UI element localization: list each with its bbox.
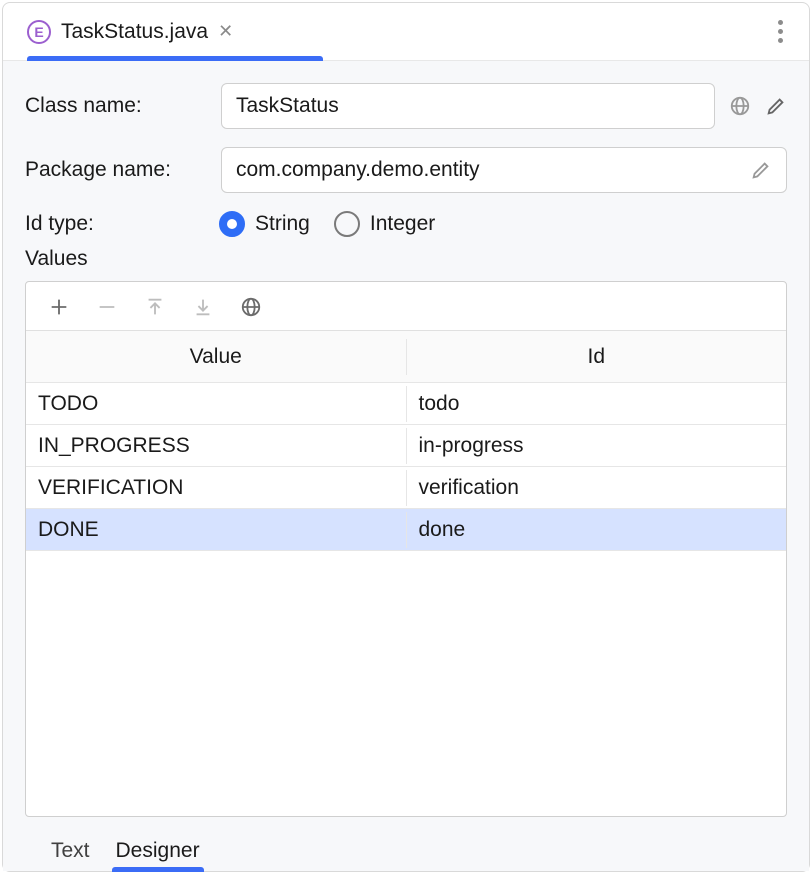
id-type-string-radio[interactable]: String — [219, 211, 310, 237]
values-grid: Value Id TODOtodoIN_PROGRESSin-progressV… — [26, 330, 786, 816]
table-row[interactable]: VERIFICATIONverification — [26, 467, 786, 509]
class-name-label: Class name: — [25, 94, 207, 118]
cell-id[interactable]: todo — [407, 386, 787, 422]
values-toolbar — [26, 282, 786, 330]
table-row[interactable]: IN_PROGRESSin-progress — [26, 425, 786, 467]
values-label: Values — [25, 247, 787, 271]
table-header-row: Value Id — [26, 331, 786, 383]
cell-value[interactable]: IN_PROGRESS — [26, 428, 407, 464]
cell-value[interactable]: VERIFICATION — [26, 470, 407, 506]
values-table: Value Id TODOtodoIN_PROGRESSin-progressV… — [25, 281, 787, 817]
package-name-value: com.company.demo.entity — [236, 158, 750, 182]
close-icon[interactable]: ✕ — [218, 21, 233, 42]
header-id[interactable]: Id — [407, 339, 787, 375]
edit-icon[interactable] — [750, 159, 772, 181]
designer-panel: Class name: TaskStatus — [3, 61, 809, 871]
move-down-icon[interactable] — [192, 296, 214, 318]
globe-icon[interactable] — [240, 296, 262, 318]
tab-designer[interactable]: Designer — [116, 839, 200, 871]
table-row[interactable]: DONEdone — [26, 509, 786, 551]
cell-id[interactable]: done — [407, 512, 787, 548]
edit-icon[interactable] — [765, 95, 787, 117]
tab-text[interactable]: Text — [51, 839, 90, 871]
more-menu-icon[interactable] — [760, 10, 801, 53]
add-icon[interactable] — [48, 296, 70, 318]
file-tab-title: TaskStatus.java — [61, 20, 208, 44]
editor-mode-tabs: Text Designer — [25, 817, 787, 871]
table-empty-space — [26, 551, 786, 816]
enum-file-icon: E — [27, 20, 51, 44]
table-row[interactable]: TODOtodo — [26, 383, 786, 425]
id-type-string-label: String — [255, 212, 310, 236]
remove-icon[interactable] — [96, 296, 118, 318]
id-type-integer-label: Integer — [370, 212, 435, 236]
globe-icon[interactable] — [729, 95, 751, 117]
id-type-integer-radio[interactable]: Integer — [334, 211, 435, 237]
cell-id[interactable]: in-progress — [407, 428, 787, 464]
header-value[interactable]: Value — [26, 339, 407, 375]
package-name-input[interactable]: com.company.demo.entity — [221, 147, 787, 193]
cell-id[interactable]: verification — [407, 470, 787, 506]
id-type-label: Id type: — [25, 212, 207, 236]
editor-tabbar: E TaskStatus.java ✕ — [3, 3, 809, 61]
cell-value[interactable]: TODO — [26, 386, 407, 422]
tab-active-indicator — [27, 56, 323, 61]
file-tab[interactable]: E TaskStatus.java ✕ — [27, 3, 263, 60]
class-name-value: TaskStatus — [236, 94, 700, 118]
package-name-label: Package name: — [25, 158, 207, 182]
cell-value[interactable]: DONE — [26, 512, 407, 548]
class-name-input[interactable]: TaskStatus — [221, 83, 715, 129]
move-up-icon[interactable] — [144, 296, 166, 318]
